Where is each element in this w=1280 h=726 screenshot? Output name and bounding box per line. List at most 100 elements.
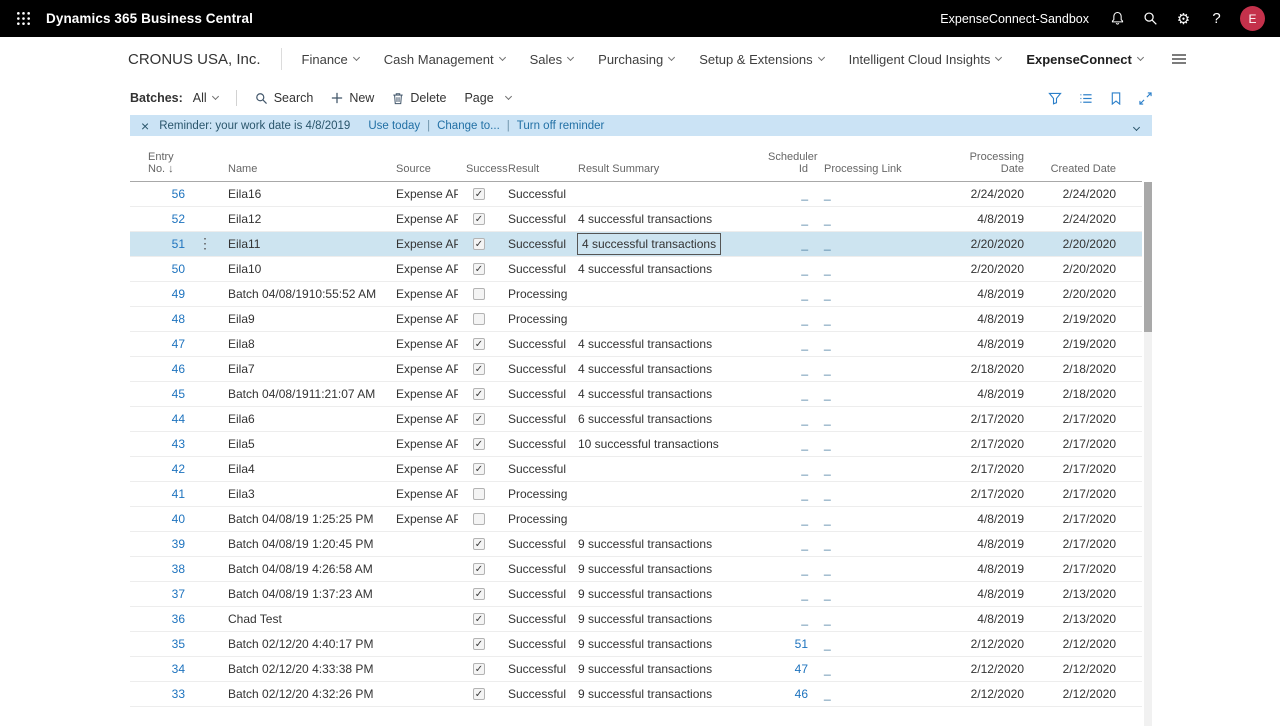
row-context-menu-icon[interactable]: ⋮ xyxy=(198,235,212,251)
result-summary-cell[interactable]: 9 successful transactions xyxy=(578,612,712,626)
processing-link[interactable]: _ xyxy=(824,687,831,701)
entry-no-link[interactable]: 39 xyxy=(172,537,185,551)
name-cell[interactable]: Eila4 xyxy=(220,456,388,482)
success-checkbox[interactable]: ✓ xyxy=(473,613,485,626)
processing-link[interactable]: _ xyxy=(824,637,831,651)
processing-link[interactable]: _ xyxy=(824,312,831,326)
column-header-success[interactable]: Success xyxy=(458,146,508,182)
entry-no-link[interactable]: 34 xyxy=(172,662,185,676)
success-checkbox[interactable]: ✓ xyxy=(473,413,485,426)
entry-no-link[interactable]: 37 xyxy=(172,587,185,601)
settings-gear-icon[interactable]: ⚙ xyxy=(1167,0,1200,37)
name-cell[interactable]: Batch 04/08/19 1:20:45 PM xyxy=(220,531,388,557)
turn-off-reminder-link[interactable]: Turn off reminder xyxy=(517,120,605,132)
processing-link[interactable]: _ xyxy=(824,387,831,401)
entry-no-link[interactable]: 52 xyxy=(172,212,185,226)
result-summary-cell[interactable]: 4 successful transactions xyxy=(576,232,722,255)
success-checkbox[interactable]: ✓ xyxy=(473,338,485,351)
success-checkbox[interactable]: ✓ xyxy=(473,238,485,251)
success-checkbox[interactable]: ✓ xyxy=(473,263,485,276)
company-name[interactable]: CRONUS USA, Inc. xyxy=(128,51,261,68)
result-summary-cell[interactable]: 9 successful transactions xyxy=(578,637,712,651)
result-summary-cell[interactable]: 6 successful transactions xyxy=(578,412,712,426)
page-menu-button[interactable]: Page xyxy=(464,91,512,105)
name-cell[interactable]: Batch 02/12/20 4:40:17 PM xyxy=(220,631,388,657)
column-header-result[interactable]: Result xyxy=(500,146,570,182)
success-checkbox[interactable]: ✓ xyxy=(473,538,485,551)
new-action-button[interactable]: New xyxy=(331,91,374,105)
success-checkbox[interactable]: ✓ xyxy=(473,363,485,376)
result-summary-cell[interactable]: 9 successful transactions xyxy=(578,662,712,676)
name-cell[interactable]: Batch 02/12/20 4:32:26 PM xyxy=(220,681,388,707)
success-checkbox[interactable]: ✓ xyxy=(473,213,485,226)
name-cell[interactable]: Eila3 xyxy=(220,481,388,507)
result-summary-cell[interactable]: 4 successful transactions xyxy=(578,212,712,226)
delete-action-button[interactable]: Delete xyxy=(392,91,446,105)
processing-link[interactable]: _ xyxy=(824,212,831,226)
scheduler-id-link[interactable]: _ xyxy=(801,462,808,476)
entry-no-link[interactable]: 43 xyxy=(172,437,185,451)
scheduler-id-link[interactable]: _ xyxy=(801,337,808,351)
name-cell[interactable]: Batch 04/08/1911:21:07 AM xyxy=(220,381,388,407)
name-cell[interactable]: Batch 04/08/19 1:25:25 PM xyxy=(220,506,388,532)
entry-no-link[interactable]: 45 xyxy=(172,387,185,401)
entry-no-link[interactable]: 46 xyxy=(172,362,185,376)
processing-link[interactable]: _ xyxy=(824,412,831,426)
column-header-entry-no[interactable]: Entry No. ↓ xyxy=(130,146,190,182)
column-header-result-summary[interactable]: Result Summary xyxy=(570,146,760,182)
entry-no-link[interactable]: 40 xyxy=(172,512,185,526)
more-menu-icon[interactable] xyxy=(1171,52,1187,66)
name-cell[interactable]: Batch 02/12/20 4:33:38 PM xyxy=(220,656,388,682)
scheduler-id-link[interactable]: _ xyxy=(801,212,808,226)
help-icon[interactable]: ? xyxy=(1200,0,1233,37)
entry-no-link[interactable]: 47 xyxy=(172,337,185,351)
name-cell[interactable]: Eila12 xyxy=(220,206,388,232)
scheduler-id-link[interactable]: _ xyxy=(801,312,808,326)
scheduler-id-link[interactable]: 46 xyxy=(795,687,808,701)
result-summary-cell[interactable]: 9 successful transactions xyxy=(578,687,712,701)
name-cell[interactable]: Batch 04/08/1910:55:52 AM xyxy=(220,281,388,307)
notifications-bell-icon[interactable] xyxy=(1101,0,1134,37)
result-summary-cell[interactable]: 4 successful transactions xyxy=(578,262,712,276)
scheduler-id-link[interactable]: _ xyxy=(801,287,808,301)
scheduler-id-link[interactable]: 47 xyxy=(795,662,808,676)
batches-filter-dropdown[interactable]: All xyxy=(193,91,219,105)
table-row[interactable]: 40 Batch 04/08/19 1:25:25 PM Expense API Pr… xyxy=(130,506,1142,532)
table-row[interactable]: 38 Batch 04/08/19 4:26:58 AM ✓ Successful 9 … xyxy=(130,556,1142,582)
column-header-scheduler-id[interactable]: Scheduler Id xyxy=(760,146,818,182)
entry-no-link[interactable]: 41 xyxy=(172,487,185,501)
environment-name[interactable]: ExpenseConnect-Sandbox xyxy=(940,12,1089,26)
processing-link[interactable]: _ xyxy=(824,487,831,501)
scheduler-id-link[interactable]: _ xyxy=(801,512,808,526)
success-checkbox[interactable] xyxy=(473,288,485,301)
nav-item-sales[interactable]: Sales xyxy=(530,52,575,67)
success-checkbox[interactable]: ✓ xyxy=(473,663,485,676)
table-row[interactable]: 56 Eila16 Expense API ✓ Successful _ _ 2/24/202… xyxy=(130,181,1142,207)
nav-item-purchasing[interactable]: Purchasing xyxy=(598,52,676,67)
success-checkbox[interactable]: ✓ xyxy=(473,188,485,201)
entry-no-link[interactable]: 36 xyxy=(172,612,185,626)
success-checkbox[interactable]: ✓ xyxy=(473,638,485,651)
success-checkbox[interactable]: ✓ xyxy=(473,688,485,701)
processing-link[interactable]: _ xyxy=(824,587,831,601)
processing-link[interactable]: _ xyxy=(824,237,831,251)
nav-item-cash-management[interactable]: Cash Management xyxy=(384,52,506,67)
success-checkbox[interactable] xyxy=(473,513,485,526)
name-cell[interactable]: Batch 04/08/19 1:37:23 AM xyxy=(220,581,388,607)
table-row[interactable]: 48 Eila9 Expense API Processing _ _ 4/8/2019 2/… xyxy=(130,306,1142,332)
name-cell[interactable]: Eila8 xyxy=(220,331,388,357)
entry-no-link[interactable]: 49 xyxy=(172,287,185,301)
result-summary-cell[interactable]: 9 successful transactions xyxy=(578,562,712,576)
processing-link[interactable]: _ xyxy=(824,287,831,301)
name-cell[interactable]: Eila7 xyxy=(220,356,388,382)
filter-icon[interactable] xyxy=(1048,92,1062,105)
app-launcher-icon[interactable] xyxy=(0,0,46,37)
processing-link[interactable]: _ xyxy=(824,512,831,526)
search-icon[interactable] xyxy=(1134,0,1167,37)
success-checkbox[interactable]: ✓ xyxy=(473,438,485,451)
table-row[interactable]: 33 Batch 02/12/20 4:32:26 PM ✓ Successful 9 … xyxy=(130,681,1142,707)
result-summary-cell[interactable]: 9 successful transactions xyxy=(578,537,712,551)
table-row[interactable]: 39 Batch 04/08/19 1:20:45 PM ✓ Successful 9 … xyxy=(130,531,1142,557)
change-to-link[interactable]: Change to... xyxy=(437,120,500,132)
table-row[interactable]: 45 Batch 04/08/1911:21:07 AM Expense API ✓ S… xyxy=(130,381,1142,407)
